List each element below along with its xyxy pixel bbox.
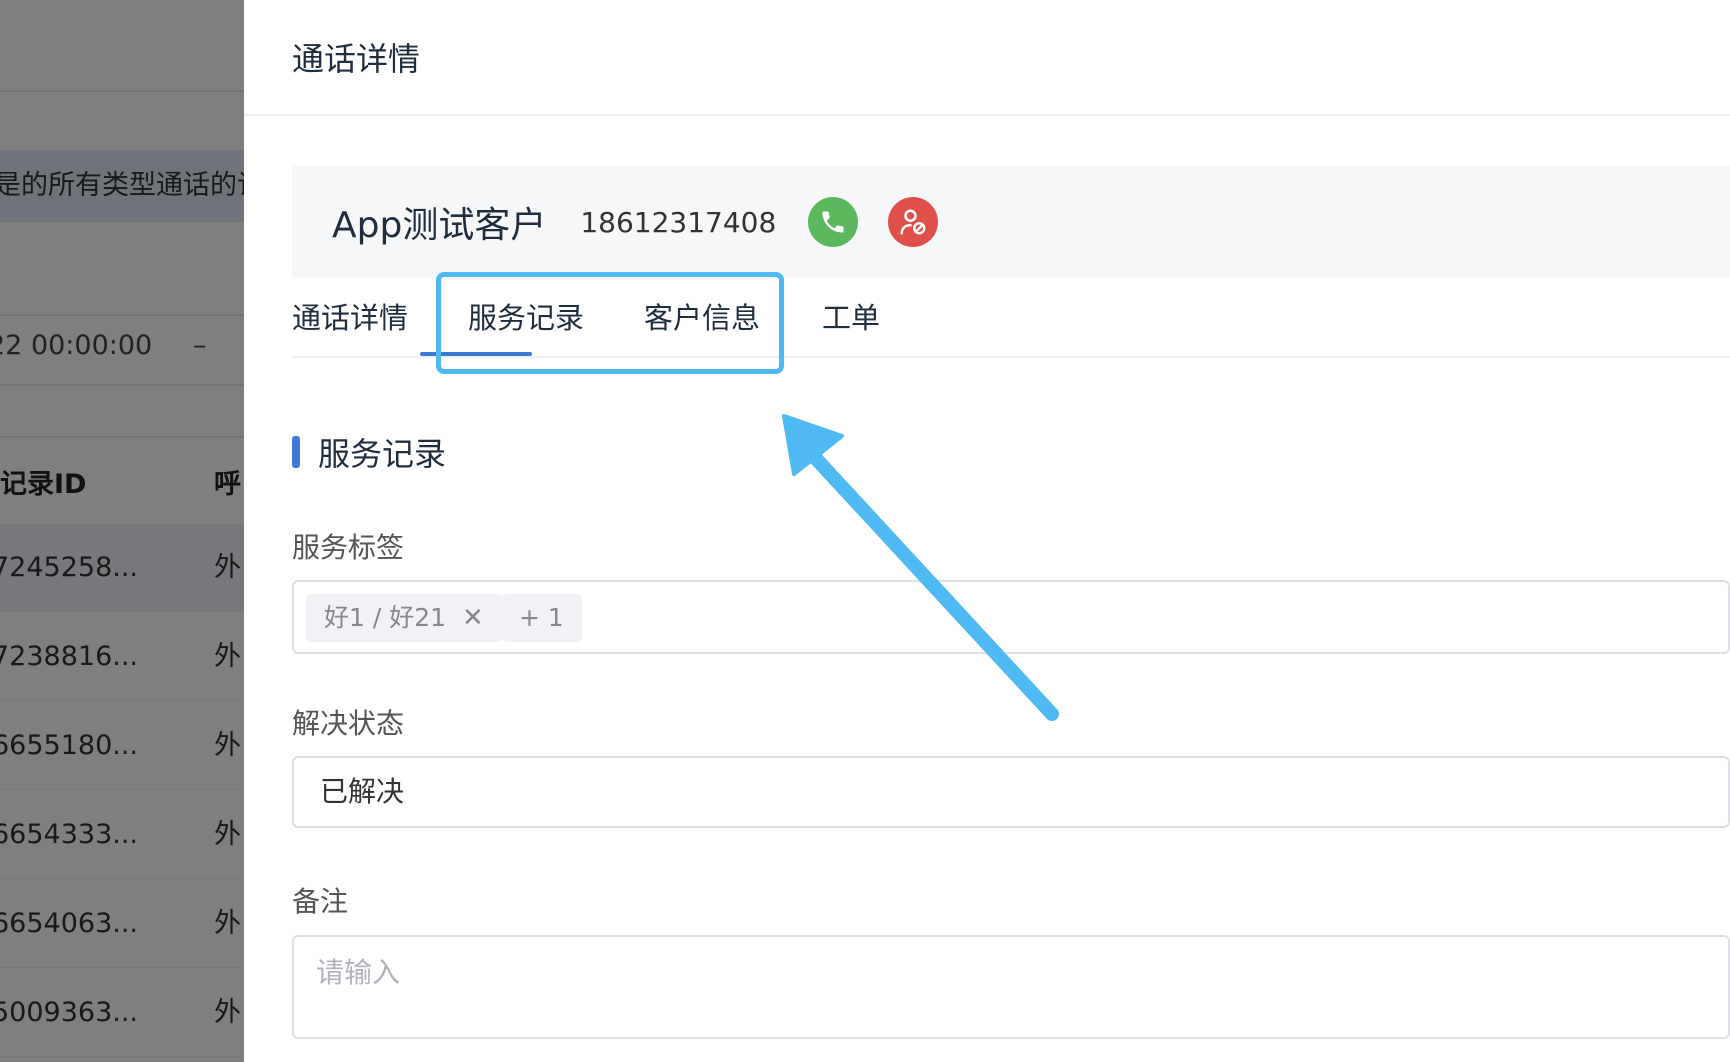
service-tag-text: 好1 / 好21: [324, 603, 447, 632]
modal-overlay[interactable]: [0, 0, 244, 1062]
active-tab-indicator: [420, 352, 532, 356]
tab-service-record[interactable]: 服务记录: [468, 286, 584, 358]
customer-info-bar: App测试客户 18612317408: [292, 166, 1730, 278]
service-tag: 好1 / 好21 ✕: [306, 594, 502, 642]
section-title: 服务记录: [292, 432, 447, 473]
call-button[interactable]: [808, 197, 859, 247]
remark-label: 备注: [292, 885, 349, 918]
call-detail-drawer: 通话详情 App测试客户 18612317408 通话详情 服务记录 客户信息 …: [244, 0, 1730, 1062]
drawer-header: 通话详情: [244, 0, 1730, 116]
customer-phone: 18612317408: [580, 205, 777, 239]
tab-work-order[interactable]: 工单: [822, 286, 880, 358]
tab-customer-info[interactable]: 客户信息: [644, 286, 760, 358]
resolve-status-select[interactable]: 已解决: [292, 756, 1730, 828]
drawer-title: 通话详情: [292, 40, 421, 78]
resolve-status-label: 解决状态: [292, 707, 405, 740]
tab-call-detail[interactable]: 通话详情: [292, 286, 408, 358]
detail-tabs: 通话详情 服务记录 客户信息 工单: [292, 286, 1730, 358]
user-block-icon: [900, 209, 926, 235]
customer-name: App测试客户: [332, 205, 547, 246]
close-icon[interactable]: ✕: [462, 594, 484, 642]
more-tags-badge: + 1: [501, 594, 582, 642]
section-title-text: 服务记录: [318, 435, 447, 473]
service-tags-select[interactable]: 好1 / 好21 ✕ + 1: [292, 580, 1730, 654]
phone-icon: [822, 211, 844, 233]
service-tags-label: 服务标签: [292, 531, 405, 564]
remark-textarea[interactable]: [292, 935, 1730, 1039]
blacklist-button[interactable]: [888, 197, 939, 247]
section-marker: [292, 436, 300, 468]
